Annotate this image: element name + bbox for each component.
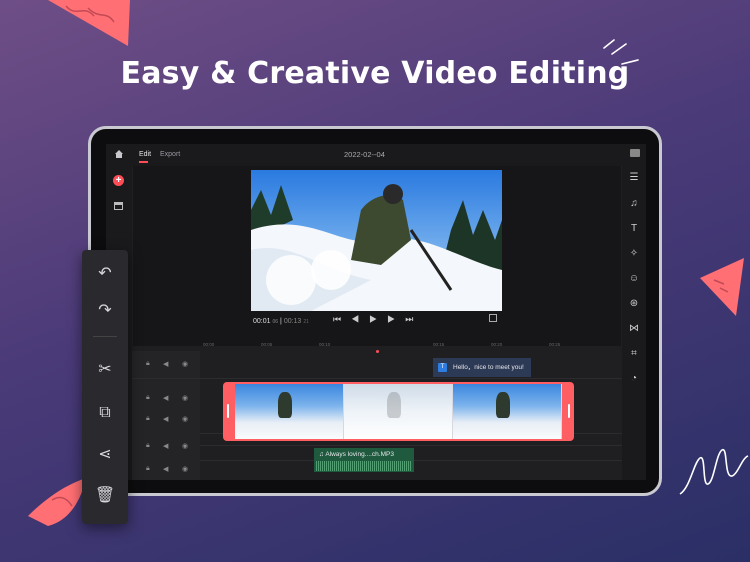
- tab-export[interactable]: Export: [160, 151, 180, 158]
- track-text: 🔒︎ ◀︎ ◉: [132, 351, 622, 379]
- clip-frame: [235, 384, 344, 439]
- volume-icon[interactable]: ◀︎: [163, 415, 168, 423]
- clip-thumbnails: [235, 384, 562, 439]
- skip-start-icon[interactable]: ⏮: [333, 314, 351, 324]
- track-controls: 🔒︎ ◀︎ ◉: [132, 351, 200, 378]
- emoji-icon[interactable]: ☺: [628, 273, 640, 285]
- share-icon[interactable]: ⋖: [94, 444, 116, 466]
- home-icon[interactable]: [114, 149, 124, 159]
- right-toolbar: ☰ ♫ T ✧ ☺ ⊛ ⋈ ⌗ ◔: [622, 166, 646, 480]
- skip-end-icon[interactable]: ⏭: [405, 314, 423, 324]
- current-frame: 06: [272, 319, 279, 325]
- fullscreen-icon[interactable]: [489, 314, 497, 322]
- text-clip-badge: T: [438, 363, 447, 372]
- track-controls: 🔒︎ ◀︎ ◉: [132, 406, 200, 433]
- prev-frame-icon[interactable]: ◀: [351, 314, 369, 324]
- current-time: 00:01: [253, 318, 271, 325]
- video-clip[interactable]: [223, 382, 574, 441]
- lock-icon[interactable]: 🔒︎: [146, 442, 150, 450]
- archive-icon[interactable]: [114, 202, 123, 210]
- text-clip[interactable]: T Hello，nice to meet you!: [433, 358, 531, 377]
- decor-squiggle: [679, 449, 749, 495]
- volume-icon[interactable]: ◀︎: [163, 465, 168, 473]
- video-preview[interactable]: [251, 170, 502, 311]
- track-controls: 🔒︎ ◀︎ ◉: [132, 433, 200, 460]
- text-icon[interactable]: T: [628, 223, 640, 235]
- undo-icon[interactable]: ↶: [94, 263, 116, 285]
- playback-time: 00:01 06 | 00:13 21: [253, 318, 309, 325]
- tab-edit[interactable]: Edit: [139, 151, 151, 163]
- lock-icon[interactable]: 🔒︎: [146, 415, 150, 423]
- next-frame-icon[interactable]: ▶: [387, 314, 405, 324]
- lock-icon[interactable]: 🔒︎: [146, 360, 150, 368]
- eye-icon[interactable]: ◉: [182, 442, 188, 450]
- eye-icon[interactable]: ◉: [182, 415, 188, 423]
- audio-waveform: [316, 461, 412, 471]
- add-icon[interactable]: +: [113, 175, 124, 186]
- playback-controls: ⏮◀▶▶⏭: [333, 314, 423, 325]
- decor-triangle-top: [48, 0, 130, 46]
- clip-frame: [453, 384, 562, 439]
- clip-frame: [344, 384, 453, 439]
- ruler-tick: 00:15: [433, 342, 445, 347]
- decor-triangle-right: [700, 258, 744, 316]
- text-clip-label: Hello，nice to meet you!: [453, 364, 524, 371]
- transition-icon[interactable]: ⋈: [628, 323, 640, 335]
- duration-time: 00:13: [283, 318, 302, 325]
- duration-frame: 21: [303, 319, 309, 325]
- message-icon[interactable]: [630, 149, 640, 157]
- volume-icon[interactable]: ◀︎: [163, 442, 168, 450]
- volume-icon[interactable]: ◀︎: [163, 360, 168, 368]
- audio-clip[interactable]: ♫ Always loving....ch.MP3: [314, 448, 414, 472]
- ruler-tick: 00:10: [319, 342, 331, 347]
- lock-icon[interactable]: 🔒︎: [146, 394, 150, 402]
- play-icon[interactable]: ▶: [369, 314, 387, 324]
- delete-icon[interactable]: 🗑︎: [94, 485, 116, 507]
- duplicate-icon[interactable]: ⧉: [94, 402, 116, 424]
- ruler-tick: 00:05: [261, 342, 273, 347]
- eye-icon[interactable]: ◉: [182, 360, 188, 368]
- music-note-icon: ♫: [319, 451, 324, 458]
- decor-shape-bottom-left: [28, 478, 86, 526]
- lock-icon[interactable]: 🔒︎: [146, 465, 150, 473]
- ruler-tick: 00:00: [203, 342, 215, 347]
- headline: Easy & Creative Video Editing: [120, 56, 630, 91]
- layers-icon[interactable]: ☰: [628, 172, 640, 184]
- trim-handle-right[interactable]: [568, 404, 570, 418]
- track-controls: 🔒︎ ◀︎ ◉: [132, 460, 200, 480]
- ruler-tick: 00:20: [491, 342, 503, 347]
- audio-clip-label: ♫ Always loving....ch.MP3: [319, 451, 394, 458]
- preview-area: 00:01 06 | 00:13 21 ⏮◀▶▶⏭: [133, 166, 621, 346]
- project-date: 2022-02--04: [344, 150, 385, 159]
- volume-icon[interactable]: ◀︎: [163, 394, 168, 402]
- sticker-icon[interactable]: ✧: [628, 248, 640, 260]
- crop-icon[interactable]: ⌗: [628, 348, 640, 360]
- tablet-frame: Edit Export 2022-02--04 + 00:01 06 | 00:…: [88, 126, 662, 496]
- trim-handle-left[interactable]: [227, 404, 229, 418]
- split-icon[interactable]: ✂: [94, 359, 116, 381]
- speed-icon[interactable]: ◔: [628, 373, 640, 385]
- ruler-tick: 00:25: [549, 342, 561, 347]
- top-bar: Edit Export 2022-02--04: [106, 144, 646, 166]
- eye-icon[interactable]: ◉: [182, 394, 188, 402]
- music-icon[interactable]: ♫: [628, 198, 640, 210]
- effects-icon[interactable]: ⊛: [628, 298, 640, 310]
- redo-icon[interactable]: ↷: [94, 300, 116, 322]
- toolbar-divider: [93, 336, 117, 337]
- floating-edit-toolbar: ↶ ↷ ✂ ⧉ ⋖ 🗑︎: [82, 250, 128, 524]
- editor-screen: Edit Export 2022-02--04 + 00:01 06 | 00:…: [106, 144, 646, 480]
- eye-icon[interactable]: ◉: [182, 465, 188, 473]
- audio-clip-name: Always loving....ch.MP3: [325, 451, 394, 458]
